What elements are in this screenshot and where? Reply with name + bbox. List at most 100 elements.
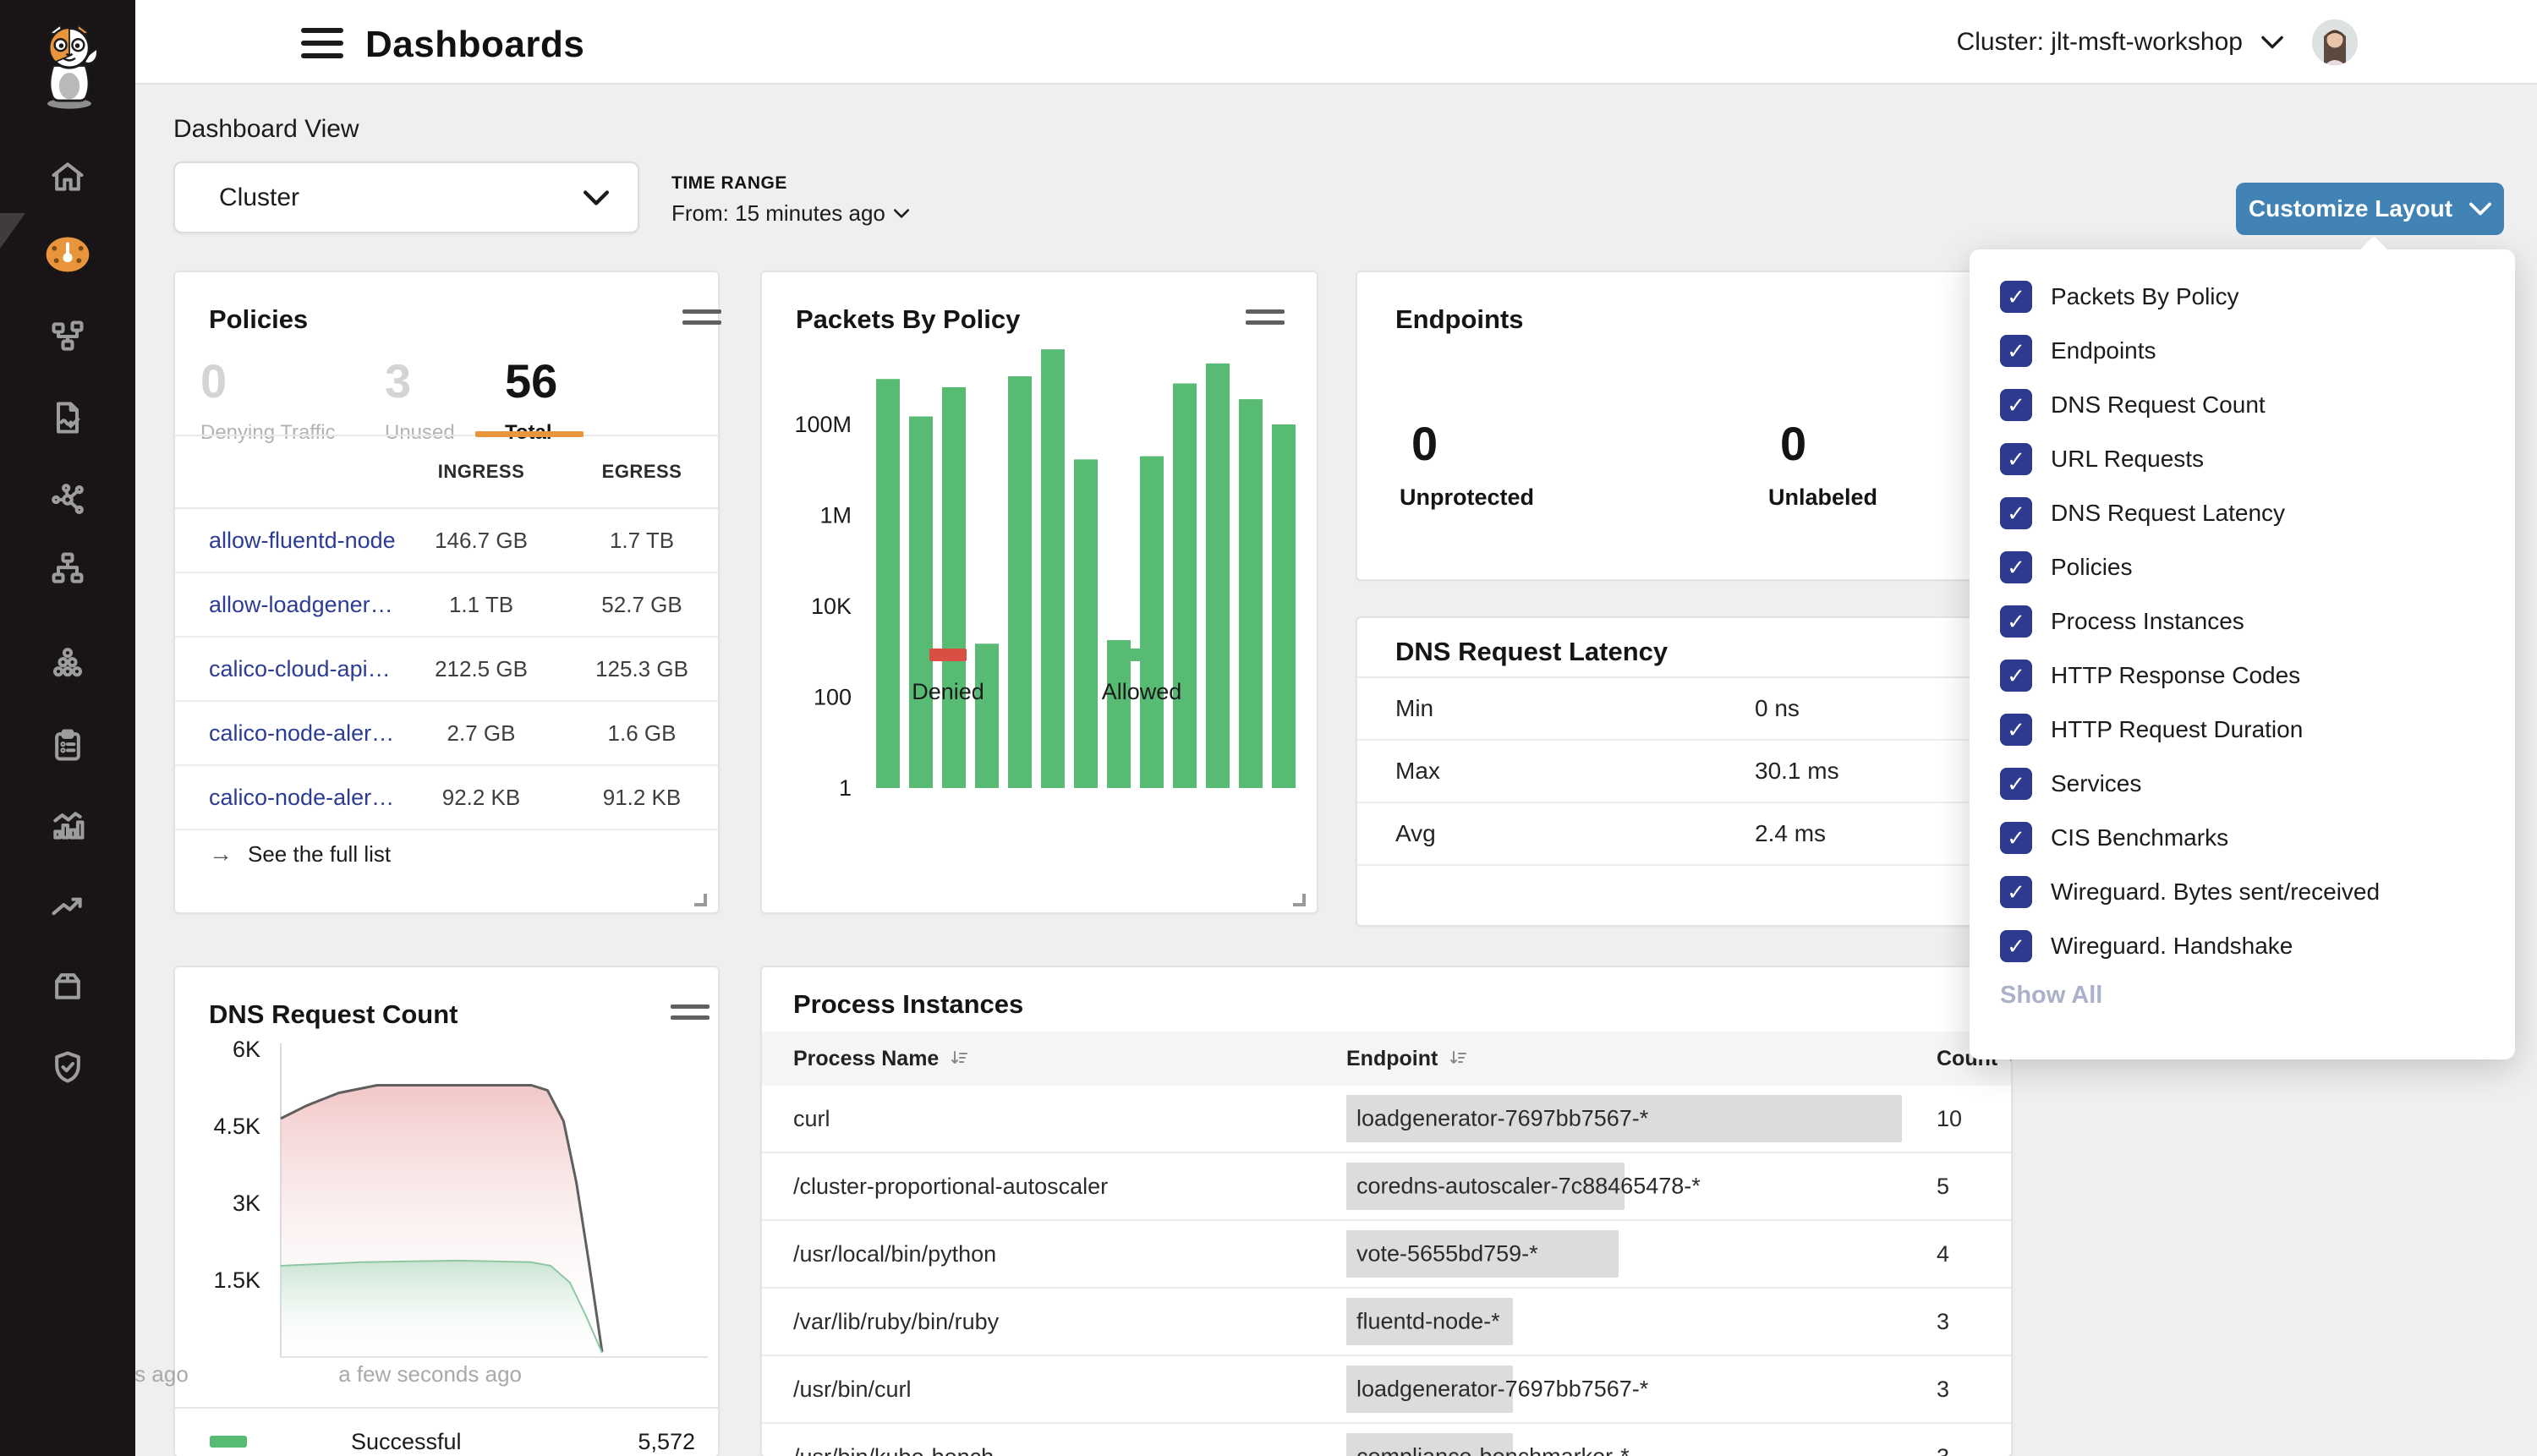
sidebar-item-reports[interactable] <box>0 797 135 853</box>
sidebar-item-policies[interactable] <box>0 390 135 446</box>
latency-label: Avg <box>1395 820 1436 847</box>
x-axis-end-label: a few seconds ago <box>338 1361 522 1388</box>
process-count: 10 <box>1937 1106 2011 1132</box>
successful-legend-swatch <box>210 1436 247 1448</box>
menu-item-url-requests[interactable]: ✓URL Requests <box>1970 432 2515 486</box>
process-count: 3 <box>1937 1377 2011 1403</box>
process-table-header: Process Name Endpoint Count <box>762 1032 2011 1086</box>
time-range-value[interactable]: From: 15 minutes ago <box>671 200 909 227</box>
checkbox-checked-icon[interactable]: ✓ <box>2000 660 2032 692</box>
sidebar-item-dashboard-gauge[interactable] <box>0 227 135 282</box>
checkbox-checked-icon[interactable]: ✓ <box>2000 389 2032 421</box>
policies-stat-unused[interactable]: 3Unused <box>385 357 455 445</box>
policy-link[interactable]: calico-cloud-apiserver-… <box>175 656 397 682</box>
menu-item-process-instances[interactable]: ✓Process Instances <box>1970 594 2515 649</box>
home-icon <box>49 158 86 195</box>
latency-value: 0 ns <box>1755 695 1800 722</box>
menu-item-endpoints[interactable]: ✓Endpoints <box>1970 324 2515 378</box>
unprotected-count: 0 <box>1411 416 1534 471</box>
policies-stat-denying-traffic[interactable]: 0Denying Traffic <box>200 357 336 445</box>
menu-item-wireguard-handshake[interactable]: ✓Wireguard. Handshake <box>1970 919 2515 973</box>
menu-item-http-response-codes[interactable]: ✓HTTP Response Codes <box>1970 649 2515 703</box>
checkbox-checked-icon[interactable]: ✓ <box>2000 605 2032 638</box>
process-table-row: /usr/local/bin/pythonvote-5655bd759-*4 <box>762 1221 2011 1289</box>
policy-link[interactable]: allow-fluentd-node <box>175 528 397 554</box>
endpoints-card-title: Endpoints <box>1395 304 1524 335</box>
process-count: 4 <box>1937 1241 2011 1267</box>
sidebar-item-security[interactable] <box>0 1039 135 1095</box>
menu-item-http-request-duration[interactable]: ✓HTTP Request Duration <box>1970 703 2515 757</box>
menu-item-services[interactable]: ✓Services <box>1970 757 2515 811</box>
policy-link[interactable]: calico-node-alertmana… <box>175 720 397 747</box>
ingress-value: 92.2 KB <box>397 785 566 811</box>
resize-handle[interactable] <box>694 894 707 906</box>
drag-handle-icon[interactable] <box>671 1004 710 1026</box>
policies-card: Policies 0Denying Traffic3Unused56Total … <box>173 271 720 914</box>
sidebar <box>0 0 135 1456</box>
avatar[interactable] <box>2312 19 2358 65</box>
checkbox-checked-icon[interactable]: ✓ <box>2000 714 2032 746</box>
menu-item-cis-benchmarks[interactable]: ✓CIS Benchmarks <box>1970 811 2515 865</box>
menu-item-policies[interactable]: ✓Policies <box>1970 540 2515 594</box>
menu-item-dns-request-count[interactable]: ✓DNS Request Count <box>1970 378 2515 432</box>
checkbox-checked-icon[interactable]: ✓ <box>2000 443 2032 475</box>
process-table-row: curlloadgenerator-7697bb7567-*10 <box>762 1086 2011 1153</box>
ingress-value: 212.5 GB <box>397 656 566 682</box>
process-table-row: /cluster-proportional-autoscalercoredns-… <box>762 1153 2011 1221</box>
sidebar-item-sitemap[interactable] <box>0 540 135 596</box>
endpoint-name: compliance-benchmarker-* <box>1356 1444 1630 1456</box>
menu-item-dns-request-latency[interactable]: ✓DNS Request Latency <box>1970 486 2515 540</box>
sidebar-item-archive[interactable] <box>0 958 135 1014</box>
resize-handle[interactable] <box>1293 894 1306 906</box>
menu-item-packets-by-policy[interactable]: ✓Packets By Policy <box>1970 270 2515 324</box>
checkbox-checked-icon[interactable]: ✓ <box>2000 930 2032 962</box>
show-all-link[interactable]: Show All <box>2000 982 2102 1010</box>
calico-cat-logo <box>25 19 113 110</box>
checkbox-checked-icon[interactable]: ✓ <box>2000 281 2032 313</box>
policy-link[interactable]: allow-loadgenerator <box>175 592 397 618</box>
customize-layout-button[interactable]: Customize Layout <box>2236 183 2504 235</box>
checkbox-checked-icon[interactable]: ✓ <box>2000 497 2032 529</box>
dashboard-view-label: Dashboard View <box>173 115 359 144</box>
process-name-column-header[interactable]: Process Name <box>793 1047 1346 1071</box>
sidebar-item-endpoints[interactable] <box>0 636 135 692</box>
svg-text:10K: 10K <box>811 594 852 619</box>
endpoints-stat: 0 Unlabeled <box>1768 416 1877 511</box>
checkbox-checked-icon[interactable]: ✓ <box>2000 876 2032 908</box>
checkbox-checked-icon[interactable]: ✓ <box>2000 768 2032 800</box>
checkbox-checked-icon[interactable]: ✓ <box>2000 551 2032 583</box>
egress-value: 125.3 GB <box>566 656 718 682</box>
checkbox-checked-icon[interactable]: ✓ <box>2000 335 2032 367</box>
sidebar-item-service-graph[interactable] <box>0 309 135 364</box>
latency-value: 2.4 ms <box>1755 820 1826 847</box>
sidebar-item-compliance[interactable] <box>0 717 135 773</box>
svg-text:100: 100 <box>814 685 852 710</box>
arrow-right-icon: → <box>209 840 233 868</box>
sitemap-icon <box>49 550 86 587</box>
customize-layout-menu: ✓Packets By Policy✓Endpoints✓DNS Request… <box>1970 249 2515 1059</box>
svg-text:6K: 6K <box>233 1037 260 1062</box>
checkbox-checked-icon[interactable]: ✓ <box>2000 822 2032 854</box>
dashboard-view-select[interactable]: Cluster <box>173 161 639 233</box>
chevron-down-icon <box>2261 36 2283 49</box>
sidebar-item-connections[interactable] <box>0 472 135 528</box>
drag-handle-icon[interactable] <box>682 309 721 331</box>
policy-link[interactable]: calico-node-alertmana… <box>175 785 397 811</box>
menu-item-wireguard-bytes-sent-received[interactable]: ✓Wireguard. Bytes sent/received <box>1970 865 2515 919</box>
process-instances-card-title: Process Instances <box>793 989 1023 1020</box>
see-full-list-link[interactable]: → See the full list <box>209 840 391 868</box>
policy-table-row: calico-node-alertmana…92.2 KB91.2 KB <box>175 766 718 830</box>
endpoint-name: loadgenerator-7697bb7567-* <box>1356 1377 1648 1403</box>
ingress-value: 1.1 TB <box>397 592 566 618</box>
successful-legend-value: 5,572 <box>638 1429 695 1455</box>
sidebar-item-trends[interactable] <box>0 878 135 933</box>
menu-icon[interactable] <box>301 28 343 58</box>
sidebar-item-home[interactable] <box>0 149 135 205</box>
security-icon <box>49 1048 86 1086</box>
process-name: /usr/local/bin/python <box>793 1241 1346 1267</box>
unlabeled-count: 0 <box>1780 416 1877 471</box>
svg-text:Allowed: Allowed <box>1102 679 1182 704</box>
cluster-selector[interactable]: Cluster: jlt-msft-workshop <box>1957 0 2283 85</box>
endpoint-column-header[interactable]: Endpoint <box>1346 1047 1937 1071</box>
dashboard-gauge-icon <box>43 233 92 276</box>
